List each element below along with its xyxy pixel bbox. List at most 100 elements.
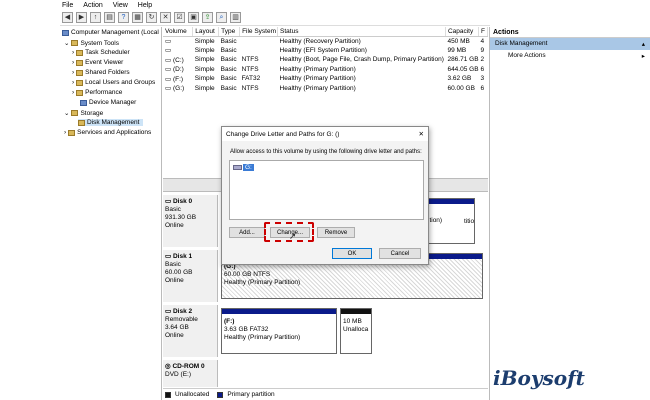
tree-services[interactable]: › Services and Applications [64,129,151,136]
column-header[interactable]: Status [277,27,446,37]
disk-2-partition-f[interactable]: (F:) 3.63 GB FAT32 Healthy (Primary Part… [221,308,337,354]
up-folder-icon[interactable]: ↑ [90,12,101,23]
more-actions-label: More Actions [508,52,546,59]
drive-path-item[interactable]: G: [233,164,254,171]
drive-icon: ▭ [165,75,172,83]
tree-event-viewer[interactable]: › Event Viewer [72,59,123,66]
forward-icon[interactable]: ▶ [76,12,87,23]
back-icon[interactable]: ◀ [62,12,73,23]
ok-button[interactable]: OK [332,248,372,259]
disk-size: 60.00 GB [165,269,193,276]
table-row[interactable]: ▭ (C:) Simple Basic NTFS Healthy (Boot, … [163,55,488,65]
menu-help[interactable]: Help [138,2,152,9]
menu-action[interactable]: Action [83,2,102,9]
table-cell: Basic [220,65,237,73]
tree-performance[interactable]: › Performance [72,89,122,96]
volume-cell: ▭ [163,36,193,46]
disk-type: Removable [165,316,198,323]
table-cell: Basic [220,46,237,54]
add-button[interactable]: Add... [229,227,265,238]
column-header[interactable]: Volume [163,27,194,37]
volume-table: Volume Layout Type File System Status Ca… [163,27,488,93]
export-icon[interactable]: ⇪ [202,12,213,23]
column-header[interactable]: Capacity [445,27,480,37]
drive-icon: ▭ [165,66,172,74]
table-cell: 2 [480,56,485,64]
expand-icon[interactable]: › [72,79,74,86]
cancel-button[interactable]: Cancel [379,248,421,259]
properties-icon[interactable]: ▦ [132,12,143,23]
cell-text: (G:) [172,85,185,93]
column-header[interactable]: Type [218,27,241,37]
collapse-icon[interactable]: ⌄ [64,39,69,47]
tree-disk-management[interactable]: Disk Management [78,119,144,126]
tree-label: Event Viewer [85,59,124,66]
services-icon [68,129,76,136]
tree-shared-folders[interactable]: › Shared Folders [72,69,130,76]
table-row[interactable]: ▭ (G:) Simple Basic NTFS Healthy (Primar… [163,84,488,94]
disk-type: Basic [165,206,181,213]
tree-root[interactable]: Computer Management (Local [62,29,159,36]
table-row[interactable]: ▭ Simple Basic Healthy (EFI System Parti… [163,46,488,56]
folder-icon [76,69,84,76]
table-row[interactable]: ▭ (D:) Simple Basic NTFS Healthy (Primar… [163,65,488,75]
table-cell: 286.71 GB [447,56,479,64]
dialog-title: Change Drive Letter and Paths for G: () [226,130,340,138]
expand-icon[interactable]: › [72,89,74,96]
expand-icon[interactable]: › [64,129,66,136]
remove-button[interactable]: Remove [317,227,355,238]
table-row[interactable]: ▭ (F:) Simple Basic FAT32 Healthy (Prima… [163,74,488,84]
table-cell: Basic [220,37,237,45]
close-icon[interactable]: ✕ [419,130,424,138]
table-row[interactable]: ▭ Simple Basic Healthy (Recovery Partiti… [163,36,488,46]
disk-0-label[interactable]: ▭ Disk 0 Basic 931.30 GB Online [163,195,218,247]
actions-section-label: Disk Management [495,40,548,47]
view-icon[interactable]: ▥ [230,12,241,23]
partition-status: Healthy (Primary Partition) [224,334,301,341]
drive-path-label: G: [243,164,254,171]
disk-2-label[interactable]: ▭ Disk 2 Removable 3.64 GB Online [163,305,218,357]
disk-size: 3.64 GB [165,324,189,331]
tree-task-scheduler[interactable]: › Task Scheduler [72,49,130,56]
search-icon[interactable]: ⌕ [216,12,227,23]
expand-icon[interactable]: › [72,49,74,56]
cdrom-label[interactable]: ◎ CD-ROM 0 DVD (E:) [163,360,218,387]
menu-file[interactable]: File [62,2,73,9]
column-header[interactable]: File System [239,27,279,37]
help-icon[interactable]: ? [118,12,129,23]
disk-status: Online [165,332,184,339]
collapse-arrow-icon[interactable]: ▴ [642,40,645,48]
cdrom-row: ◎ CD-ROM 0 DVD (E:) [163,360,488,387]
actions-title: Actions [490,27,650,38]
column-header[interactable]: Layout [192,27,220,37]
disk-name: ▭ Disk 0 [165,198,215,206]
tree-storage[interactable]: ⌄ Storage [64,109,103,118]
expand-icon[interactable]: › [72,69,74,76]
partition-bar [222,309,336,314]
expand-icon[interactable]: › [72,59,74,66]
collapse-icon[interactable]: ⌄ [64,109,69,117]
volume-cell: ▭ (G:) [163,84,193,94]
disk-2-unallocated[interactable]: 10 MB Unalloca [340,308,372,354]
table-cell: Simple [194,65,215,73]
drive-path-list[interactable]: G: [229,160,424,220]
checklist-icon[interactable]: ☑ [174,12,185,23]
table-cell: NTFS [241,84,259,92]
actions-section-disk-management[interactable]: Disk Management ▴ [490,38,650,50]
tree-system-tools[interactable]: ⌄ System Tools [64,39,119,48]
more-actions[interactable]: More Actions ▸ [490,50,650,62]
disk-1-label[interactable]: ▭ Disk 1 Basic 60.00 GB Online [163,250,218,302]
table-cell: NTFS [241,65,259,73]
table-cell: FAT32 [241,75,261,83]
open-icon[interactable]: ▣ [188,12,199,23]
table-cell: Healthy (Primary Partition) [279,75,356,83]
tree-device-manager[interactable]: Device Manager [80,99,136,106]
refresh-icon[interactable]: ↻ [146,12,157,23]
unallocated-label: Unalloca [343,326,369,333]
delete-icon[interactable]: ✕ [160,12,171,23]
column-header[interactable]: F [478,27,488,37]
console-tree-icon[interactable]: ▤ [104,12,115,23]
tree-local-users[interactable]: › Local Users and Groups [72,79,155,86]
disk-0-partition[interactable]: ition) tition) [425,198,475,244]
menu-view[interactable]: View [113,2,128,9]
